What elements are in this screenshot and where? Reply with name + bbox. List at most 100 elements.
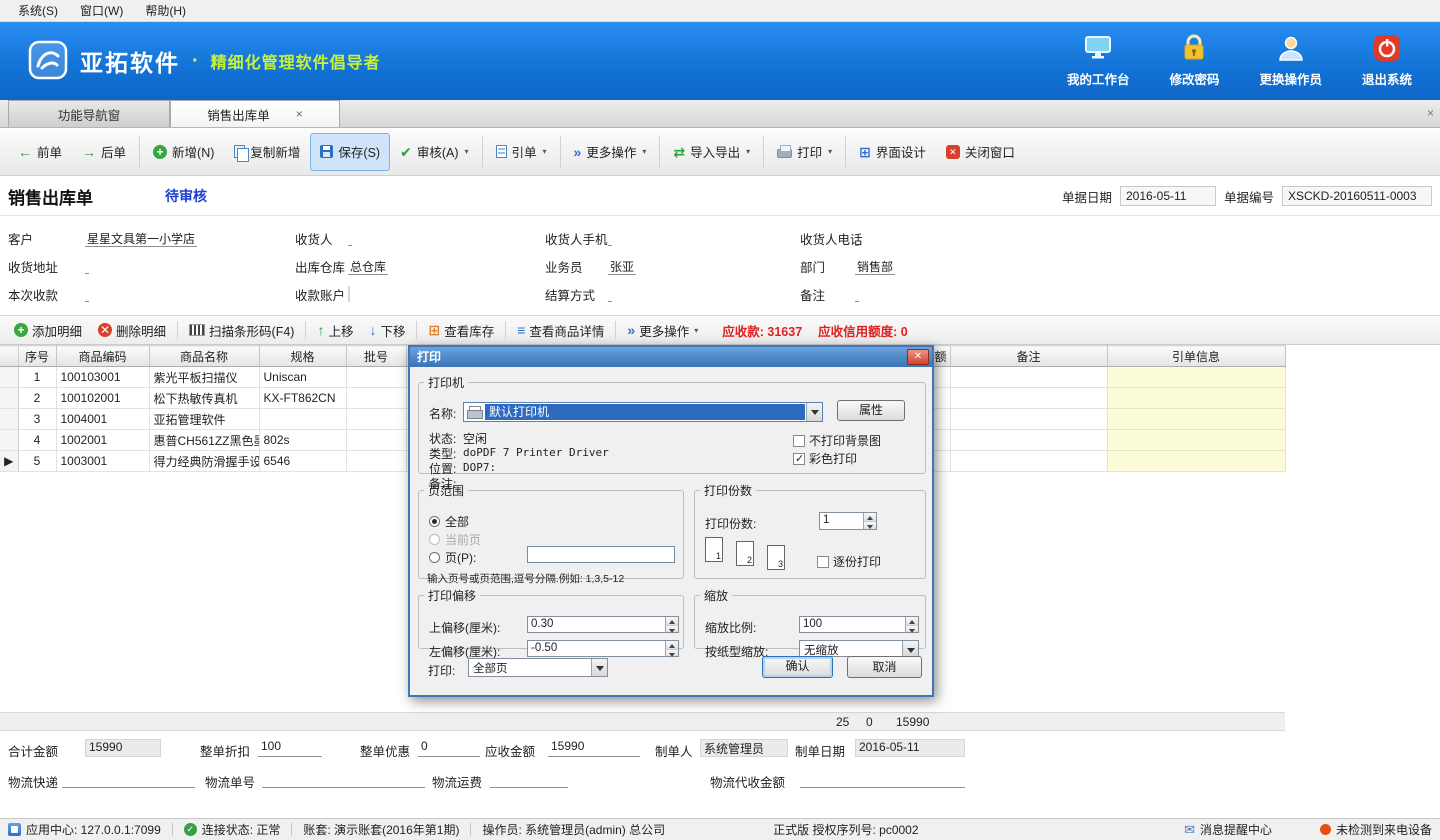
paper-zoom-select[interactable]: 无缩放	[799, 640, 919, 657]
more-actions-button[interactable]: »更多操作▾	[564, 133, 657, 171]
message-center[interactable]: ✉ 消息提醒中心	[1184, 821, 1272, 838]
col-code[interactable]: 商品编码	[56, 346, 149, 367]
cell-pull-info[interactable]	[1107, 409, 1285, 430]
cell-pull-info[interactable]	[1107, 388, 1285, 409]
add-detail-button[interactable]: +添加明细	[6, 321, 90, 340]
dropdown-arrow-icon[interactable]	[591, 659, 607, 676]
cell-code[interactable]: 1003001	[56, 451, 149, 472]
ui-design-button[interactable]: ⊞界面设计	[849, 133, 936, 171]
save-button[interactable]: 保存(S)	[310, 133, 390, 171]
dialog-titlebar[interactable]: 打印	[410, 347, 932, 367]
scan-barcode-button[interactable]: 扫描条形码(F4)	[181, 321, 302, 340]
confirm-button[interactable]: 确认	[762, 656, 833, 678]
tab-close-icon[interactable]: ×	[296, 107, 303, 121]
next-doc-button[interactable]: →后单	[72, 133, 136, 171]
chevron-down-icon[interactable]: ▾	[746, 147, 750, 156]
menu-window[interactable]: 窗口(W)	[70, 0, 133, 21]
top-offset-stepper[interactable]: 0.30	[527, 616, 679, 633]
copies-stepper[interactable]: 1	[819, 512, 877, 530]
printer-select[interactable]: 默认打印机	[463, 402, 823, 422]
address-field[interactable]	[85, 259, 89, 274]
import-export-button[interactable]: ⇄导入导出▾	[663, 133, 760, 171]
move-up-button[interactable]: ↑上移	[309, 321, 361, 340]
cell-spec[interactable]: Uniscan	[259, 367, 346, 388]
settlement-field[interactable]	[608, 287, 612, 302]
page-range-input[interactable]	[527, 546, 675, 563]
cell-code[interactable]: 100102001	[56, 388, 149, 409]
cell-code[interactable]: 1004001	[56, 409, 149, 430]
customer-field[interactable]: 星星文具第一小学店	[85, 232, 197, 247]
preferential-field[interactable]: 0	[418, 739, 480, 757]
logistics-cod-field[interactable]	[800, 770, 965, 788]
dialog-close-button[interactable]: ✕	[907, 349, 929, 365]
cell-spec[interactable]: 6546	[259, 451, 346, 472]
department-field[interactable]: 销售部	[855, 260, 895, 275]
cell-name[interactable]: 惠普CH561ZZ黑色墨盒	[149, 430, 259, 451]
menu-system[interactable]: 系统(S)	[8, 0, 68, 21]
cell-seq[interactable]: 3	[18, 409, 56, 430]
cell-seq[interactable]: 1	[18, 367, 56, 388]
cell-pull-info[interactable]	[1107, 451, 1285, 472]
receivable-field[interactable]: 15990	[548, 739, 640, 757]
cell-code[interactable]: 100103001	[56, 367, 149, 388]
cell-spec[interactable]: 802s	[259, 430, 346, 451]
consignee-mobile-field[interactable]	[608, 231, 612, 246]
spin-down-icon[interactable]	[905, 625, 918, 633]
cell-note[interactable]	[950, 388, 1107, 409]
cell-name[interactable]: 松下热敏传真机	[149, 388, 259, 409]
color-print-checkbox[interactable]: 彩色打印	[793, 450, 857, 467]
spin-up-icon[interactable]	[665, 617, 678, 625]
cell-spec[interactable]	[259, 409, 346, 430]
view-stock-button[interactable]: ⊞查看库存	[420, 321, 502, 340]
consignee-field[interactable]	[348, 231, 352, 246]
left-offset-stepper[interactable]: -0.50	[527, 640, 679, 657]
chevron-down-icon[interactable]: ▾	[464, 147, 468, 156]
remark-field[interactable]	[855, 287, 859, 302]
cell-spec[interactable]: KX-FT862CN	[259, 388, 346, 409]
cell-seq[interactable]: 2	[18, 388, 56, 409]
chevron-down-icon[interactable]: ▾	[694, 326, 698, 335]
delete-detail-button[interactable]: ✕删除明细	[90, 321, 174, 340]
spin-up-icon[interactable]	[905, 617, 918, 625]
cell-batch[interactable]	[346, 451, 406, 472]
logistics-fee-field[interactable]	[490, 770, 568, 788]
cell-batch[interactable]	[346, 367, 406, 388]
cell-code[interactable]: 1002001	[56, 430, 149, 451]
chevron-down-icon[interactable]: ▾	[642, 147, 646, 156]
cell-name[interactable]: 紫光平板扫描仪	[149, 367, 259, 388]
logistics-no-field[interactable]	[262, 770, 425, 788]
tab-sales-outbound[interactable]: 销售出库单 ×	[170, 100, 340, 127]
cell-name[interactable]: 亚拓管理软件	[149, 409, 259, 430]
col-pull-info[interactable]: 引单信息	[1107, 346, 1285, 367]
detail-more-button[interactable]: »更多操作▾	[619, 321, 706, 340]
logistics-express-field[interactable]	[62, 770, 195, 788]
close-window-button[interactable]: ✕关闭窗口	[936, 133, 1025, 171]
cell-note[interactable]	[950, 409, 1107, 430]
cell-batch[interactable]	[346, 409, 406, 430]
new-button[interactable]: +新增(N)	[143, 133, 224, 171]
cell-seq[interactable]: 5	[18, 451, 56, 472]
audit-button[interactable]: ✔审核(A)▾	[390, 133, 478, 171]
dropdown-arrow-icon[interactable]	[902, 641, 918, 656]
dropdown-arrow-icon[interactable]	[806, 403, 822, 421]
cell-note[interactable]	[950, 451, 1107, 472]
spin-down-icon[interactable]	[863, 521, 876, 529]
spin-up-icon[interactable]	[665, 641, 678, 649]
warehouse-field[interactable]: 总仓库	[348, 260, 388, 275]
spin-up-icon[interactable]	[863, 513, 876, 521]
col-batch[interactable]: 批号	[346, 346, 406, 367]
chevron-down-icon[interactable]: ▾	[543, 147, 547, 156]
zoom-ratio-stepper[interactable]: 100	[799, 616, 919, 633]
spin-down-icon[interactable]	[665, 625, 678, 633]
tab-function-nav[interactable]: 功能导航窗	[8, 100, 170, 127]
cell-batch[interactable]	[346, 430, 406, 451]
col-seq[interactable]: 序号	[18, 346, 56, 367]
cancel-button[interactable]: 取消	[847, 656, 922, 678]
cell-note[interactable]	[950, 367, 1107, 388]
change-password-button[interactable]: 修改密码	[1169, 34, 1219, 88]
print-button[interactable]: 打印▾	[767, 133, 842, 171]
range-pages-radio[interactable]: 页(P):	[429, 549, 476, 566]
chevron-down-icon[interactable]: ▾	[828, 147, 832, 156]
cell-pull-info[interactable]	[1107, 367, 1285, 388]
doc-date-field[interactable]: 2016-05-11	[1120, 186, 1216, 206]
